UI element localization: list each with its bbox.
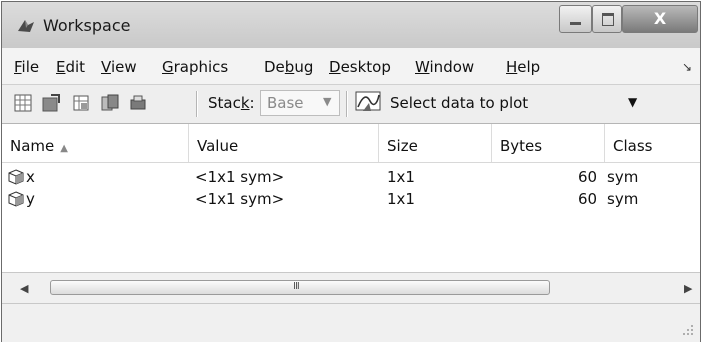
workspace-table: Name ▲ Value Size Bytes Class x <1x1 sym> [2, 124, 700, 272]
scroll-right-arrow-icon[interactable]: ▶ [684, 282, 692, 295]
stack-label-post: : [249, 94, 255, 112]
menu-view[interactable]: View [101, 58, 137, 76]
workspace-window: Workspace X File Edit View Graphics Debu… [1, 1, 701, 342]
menu-debug-mnemonic: b [284, 58, 295, 76]
menu-view-mnemonic: V [101, 58, 111, 76]
close-icon: X [653, 9, 667, 28]
minimize-icon [570, 22, 581, 25]
menu-window-mnemonic: W [415, 58, 430, 76]
status-bar [2, 303, 700, 342]
column-header-name[interactable]: Name ▲ [2, 124, 189, 162]
menu-debug-pre: De [264, 58, 285, 76]
plot-selector-value: Select data to plot [390, 94, 529, 112]
new-variable-icon[interactable] [14, 94, 32, 112]
column-header-label: Value [197, 137, 239, 155]
cell-size: 1x1 [387, 168, 415, 186]
cell-name: y [26, 190, 35, 208]
toolbar-separator [196, 91, 198, 117]
maximize-icon [602, 13, 614, 26]
maximize-button[interactable] [592, 5, 622, 33]
column-header-label: Bytes [500, 137, 543, 155]
menu-file-mnemonic: F [14, 58, 22, 76]
menu-graphics-rest: raphics [173, 58, 229, 76]
chevron-down-icon: ▼ [628, 95, 638, 109]
scroll-left-arrow-icon[interactable]: ◀ [20, 282, 28, 295]
menu-debug-rest: ug [294, 58, 314, 76]
menu-edit-rest: dit [65, 58, 86, 76]
toolbar-separator [346, 91, 348, 117]
column-header-label: Class [613, 137, 653, 155]
cell-value: <1x1 sym> [195, 190, 285, 208]
column-header-label: Name [10, 137, 55, 155]
stack-dropdown[interactable]: Base ▼ [260, 90, 340, 116]
menu-window-rest: indow [429, 58, 475, 76]
matlab-logo-icon [18, 20, 34, 32]
open-variable-icon[interactable] [72, 94, 90, 112]
resize-grip-icon[interactable] [682, 324, 694, 336]
table-row[interactable]: x <1x1 sym> 1x1 60 sym [2, 168, 700, 189]
stack-label: Stack: [208, 94, 255, 112]
cell-class: sym [607, 190, 639, 208]
cell-class: sym [607, 168, 639, 186]
column-header-bytes[interactable]: Bytes [492, 124, 605, 162]
column-header-value[interactable]: Value [189, 124, 379, 162]
menu-bar: File Edit View Graphics Debug Desktop Wi… [2, 48, 700, 85]
menu-desktop-mnemonic: D [329, 58, 341, 76]
cell-bytes: 60 [578, 190, 598, 208]
stack-label-mnemonic: k [240, 94, 250, 112]
menu-help-mnemonic: H [506, 58, 518, 76]
column-header-class[interactable]: Class [605, 124, 700, 162]
menu-help-rest: elp [517, 58, 541, 76]
cell-value: <1x1 sym> [195, 168, 285, 186]
sort-ascending-icon: ▲ [60, 143, 68, 154]
menu-desktop-rest: esktop [340, 58, 391, 76]
save-icon[interactable] [101, 94, 119, 112]
table-row[interactable]: y <1x1 sym> 1x1 60 sym [2, 190, 700, 211]
minimize-button[interactable] [559, 5, 592, 33]
cell-bytes: 60 [578, 168, 598, 186]
chevron-down-icon: ▼ [323, 95, 332, 108]
plot-graph-icon [355, 91, 381, 111]
horizontal-scrollbar[interactable]: ◀ III ▶ [2, 272, 700, 303]
print-icon[interactable] [129, 94, 147, 112]
menu-desktop[interactable]: Desktop [329, 58, 391, 76]
menu-help[interactable]: Help [506, 58, 540, 76]
scrollbar-grip: III [293, 281, 300, 292]
menu-debug[interactable]: Debug [264, 58, 313, 76]
stack-dropdown-value: Base [267, 94, 304, 112]
table-header: Name ▲ Value Size Bytes Class [2, 124, 700, 163]
stack-label-pre: Stac [208, 94, 241, 112]
symbolic-variable-icon [8, 169, 24, 185]
column-header-label: Size [387, 137, 418, 155]
close-button[interactable]: X [622, 5, 698, 33]
cell-size: 1x1 [387, 190, 415, 208]
import-data-icon[interactable] [42, 94, 60, 112]
column-header-size[interactable]: Size [379, 124, 492, 162]
cell-name: x [26, 168, 35, 186]
menu-graphics[interactable]: Graphics [162, 58, 228, 76]
menu-file-rest: ile [21, 58, 40, 76]
scrollbar-thumb[interactable]: III [50, 280, 550, 295]
menu-edit[interactable]: Edit [56, 58, 85, 76]
menu-view-rest: iew [110, 58, 137, 76]
plot-selector-dropdown[interactable]: Select data to plot ▼ [353, 90, 645, 116]
menu-file[interactable]: File [14, 58, 39, 76]
window-title: Workspace [43, 16, 131, 35]
symbolic-variable-icon [8, 191, 24, 207]
menu-graphics-mnemonic: G [162, 58, 174, 76]
title-bar[interactable]: Workspace X [2, 2, 700, 48]
toolbar: Stack: Base ▼ Select data to plot ▼ [2, 85, 700, 124]
menu-window[interactable]: Window [415, 58, 474, 76]
menu-dock-arrow-icon[interactable]: ↘ [682, 60, 692, 74]
